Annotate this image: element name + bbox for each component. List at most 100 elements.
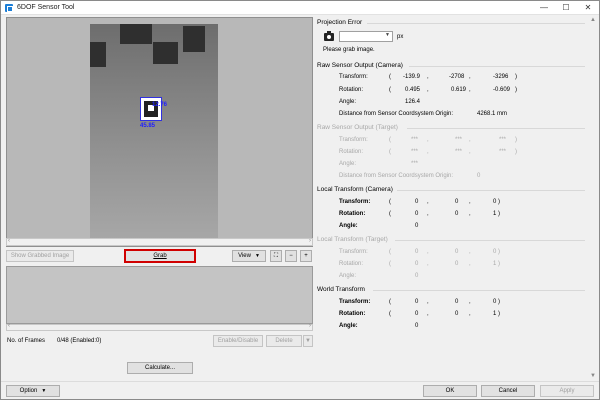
chevron-down-icon: ▼: [385, 32, 390, 38]
raw-target-distance-label: Distance from Sensor Coordsystem Origin:: [339, 173, 454, 179]
local-target-rotation-y: 0: [455, 261, 459, 267]
target-marker: [140, 97, 162, 121]
zoom-out-button[interactable]: −: [285, 250, 297, 262]
comma: ,: [427, 211, 429, 217]
minimize-button[interactable]: —: [533, 1, 555, 15]
local-target-angle-value: 0: [415, 273, 419, 279]
comma: ,: [469, 149, 471, 155]
comma: ,: [469, 211, 471, 217]
raw-camera-transform-label: Transform:: [339, 74, 368, 80]
close-button[interactable]: ✕: [577, 1, 599, 15]
scroll-left-icon[interactable]: ‹: [8, 323, 10, 329]
checker-square: [183, 26, 205, 52]
delete-button[interactable]: Delete: [266, 335, 302, 347]
checker-square: [153, 42, 178, 64]
paren-close: ): [498, 211, 500, 217]
section-divider: [373, 290, 585, 291]
comma: ,: [469, 74, 471, 80]
scroll-right-icon[interactable]: ›: [309, 238, 311, 244]
projection-error-unit: px: [397, 34, 404, 40]
world-rotation-x: 0: [415, 311, 419, 317]
raw-camera-transform-z: -3296: [493, 74, 509, 80]
projection-error-field: ▼: [339, 31, 393, 42]
paren-close: ): [515, 87, 517, 93]
paren-open: (: [389, 211, 391, 217]
sensor-tool-window: 6DOF Sensor Tool — ☐ ✕ 12.76 45.85 ‹ › S…: [0, 0, 600, 400]
checker-square: [120, 24, 152, 44]
raw-camera-rotation-z: -0.609: [493, 87, 511, 93]
scroll-up-icon[interactable]: ▲: [590, 17, 596, 23]
comma: ,: [469, 299, 471, 305]
maximize-button[interactable]: ☐: [555, 1, 577, 15]
chevron-down-icon: ▼: [254, 253, 260, 259]
delete-dropdown[interactable]: ▼: [303, 335, 313, 347]
raw-target-rotation-label: Rotation:: [339, 149, 364, 155]
comma: ,: [427, 199, 429, 205]
raw-target-angle-label: Angle:: [339, 161, 357, 167]
calculate-button[interactable]: Calculate...: [127, 362, 193, 374]
camera-image: 12.76 45.85: [90, 24, 218, 239]
paren-close: ): [498, 249, 500, 255]
view-label: View: [238, 253, 251, 259]
apply-button[interactable]: Apply: [540, 385, 594, 397]
comma: ,: [469, 249, 471, 255]
comma: ,: [427, 149, 429, 155]
thumbnail-scrollbar[interactable]: ‹ ›: [6, 323, 313, 331]
local-camera-rotation-x: 0: [415, 211, 419, 217]
comma: ,: [427, 87, 429, 93]
camera-icon: [324, 31, 334, 41]
world-transform-x: 0: [415, 299, 419, 305]
section-divider: [397, 190, 585, 191]
cancel-button[interactable]: Cancel: [481, 385, 535, 397]
local-camera-transform-z: 0: [493, 199, 497, 205]
enable-disable-button[interactable]: Enable/Disable: [213, 335, 263, 347]
scroll-left-icon[interactable]: ‹: [8, 238, 10, 244]
camera-viewer[interactable]: 12.76 45.85: [6, 17, 313, 247]
local-camera-transform-x: 0: [415, 199, 419, 205]
raw-camera-transform-x: -139.9: [403, 74, 421, 80]
raw-camera-angle-value: 126.4: [405, 99, 421, 105]
view-dropdown[interactable]: View ▼: [232, 250, 266, 262]
section-divider: [395, 240, 585, 241]
paren-open: (: [389, 149, 391, 155]
scroll-right-icon[interactable]: ›: [309, 323, 311, 329]
option-dropdown[interactable]: Option ▼: [6, 385, 60, 397]
scroll-down-icon[interactable]: ▼: [590, 373, 596, 379]
paren-open: (: [389, 74, 391, 80]
grab-image-message: Please grab image.: [323, 47, 375, 53]
local-target-angle-label: Angle:: [339, 273, 357, 279]
title-bar: 6DOF Sensor Tool — ☐ ✕: [1, 1, 599, 15]
local-camera-angle-value: 0: [415, 223, 419, 229]
raw-target-transform-z: ***: [499, 137, 507, 143]
window-title: 6DOF Sensor Tool: [17, 4, 75, 11]
comma: ,: [427, 311, 429, 317]
comma: ,: [469, 199, 471, 205]
chevron-down-icon: ▼: [305, 338, 311, 344]
viewer-horizontal-scrollbar[interactable]: ‹ ›: [6, 238, 313, 246]
local-target-rotation-z: 1: [493, 261, 497, 267]
ok-button[interactable]: OK: [423, 385, 477, 397]
show-grabbed-image-button[interactable]: Show Grabbed Image: [6, 250, 74, 262]
raw-target-angle-value: ***: [411, 161, 419, 167]
raw-camera-distance-label: Distance from Sensor Coordsystem Origin:: [339, 111, 454, 117]
app-icon: [5, 4, 13, 12]
paren-close: ): [515, 74, 517, 80]
local-camera-rotation-z: 1: [493, 211, 497, 217]
world-rotation-label: Rotation:: [339, 311, 366, 317]
frames-value: 0/48 (Enabled:0): [57, 338, 102, 344]
comma: ,: [427, 299, 429, 305]
marker-label: 45.85: [140, 123, 156, 129]
paren-open: (: [389, 87, 391, 93]
world-rotation-z: 1: [493, 311, 497, 317]
marker-label: 12.76: [152, 102, 168, 108]
comma: ,: [427, 261, 429, 267]
local-camera-title: Local Transform (Camera): [317, 186, 393, 193]
right-panel-scrollbar[interactable]: ▲ ▼: [588, 17, 597, 379]
grab-button[interactable]: Grab: [125, 250, 195, 262]
zoom-in-button[interactable]: +: [300, 250, 312, 262]
fit-icon: ⛶: [273, 253, 279, 259]
frame-thumbnail-list[interactable]: [6, 266, 313, 324]
fit-view-button[interactable]: ⛶: [270, 250, 282, 262]
raw-target-transform-x: ***: [411, 137, 419, 143]
comma: ,: [469, 137, 471, 143]
